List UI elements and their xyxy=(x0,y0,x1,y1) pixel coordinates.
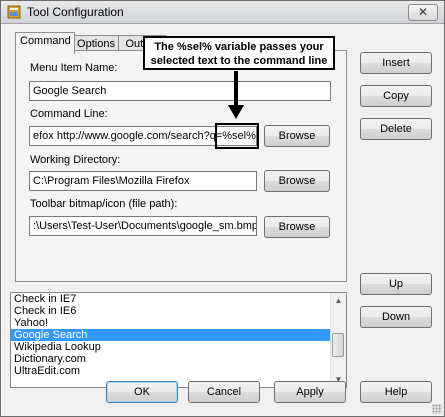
menu-item-name-input[interactable]: Google Search xyxy=(29,81,331,101)
working-directory-input[interactable]: C:\Program Files\Mozilla Firefox xyxy=(29,171,257,191)
close-button[interactable]: ✕ xyxy=(408,4,438,21)
cancel-button[interactable]: Cancel xyxy=(188,381,260,403)
move-up-button[interactable]: Up xyxy=(360,273,432,295)
callout-line-1: The %sel% variable passes your xyxy=(154,41,324,53)
toolbar-icon-label: Toolbar bitmap/icon (file path): xyxy=(30,198,178,210)
ok-button[interactable]: OK xyxy=(106,381,178,403)
copy-button[interactable]: Copy xyxy=(360,85,432,107)
apply-button[interactable]: Apply xyxy=(274,381,346,403)
command-line-browse-button[interactable]: Browse xyxy=(264,125,330,147)
insert-button[interactable]: Insert xyxy=(360,52,432,74)
list-scrollbar[interactable]: ▲ ▼ xyxy=(330,293,346,387)
list-item[interactable]: UltraEdit.com xyxy=(11,365,346,377)
scroll-up-icon[interactable]: ▲ xyxy=(331,293,346,308)
app-icon xyxy=(7,5,21,19)
list-item[interactable]: Wikipedia Lookup xyxy=(11,341,346,353)
callout-line-2: selected text to the command line xyxy=(150,55,328,67)
working-directory-label: Working Directory: xyxy=(30,154,121,166)
list-item[interactable]: Yahoo! xyxy=(11,317,346,329)
toolbar-icon-input[interactable]: :\Users\Test-User\Documents\google_sm.bm… xyxy=(29,216,257,236)
command-line-input[interactable]: efox http://www.google.com/search?q=%sel… xyxy=(29,126,257,146)
list-item[interactable]: Dictionary.com xyxy=(11,353,346,365)
resize-grip-icon[interactable] xyxy=(432,404,442,414)
toolbar-icon-browse-button[interactable]: Browse xyxy=(264,216,330,238)
scroll-thumb[interactable] xyxy=(332,333,344,357)
command-line-label: Command Line: xyxy=(30,108,108,120)
list-item-selected[interactable]: Google Search xyxy=(11,329,346,341)
move-down-button[interactable]: Down xyxy=(360,306,432,328)
working-directory-browse-button[interactable]: Browse xyxy=(264,170,330,192)
delete-button[interactable]: Delete xyxy=(360,118,432,140)
title-bar[interactable]: Tool Configuration ✕ xyxy=(1,1,444,24)
window-title: Tool Configuration xyxy=(27,5,124,19)
dialog-body: Command Options Output Menu Item Name: G… xyxy=(2,24,444,416)
annotation-arrow-shaft xyxy=(234,71,238,107)
tab-command[interactable]: Command xyxy=(15,32,75,54)
tool-list[interactable]: Check in IE7 Check in IE6 Yahoo! Google … xyxy=(10,292,347,388)
list-item[interactable]: Check in IE6 xyxy=(11,305,346,317)
help-button[interactable]: Help xyxy=(360,381,432,403)
list-item[interactable]: Check in IE7 xyxy=(11,293,346,305)
menu-item-name-label: Menu Item Name: xyxy=(30,62,118,74)
tool-configuration-window: Tool Configuration ✕ Command Options Out… xyxy=(0,0,445,417)
annotation-callout: The %sel% variable passes your selected … xyxy=(143,36,335,70)
annotation-arrow-icon xyxy=(228,105,244,119)
